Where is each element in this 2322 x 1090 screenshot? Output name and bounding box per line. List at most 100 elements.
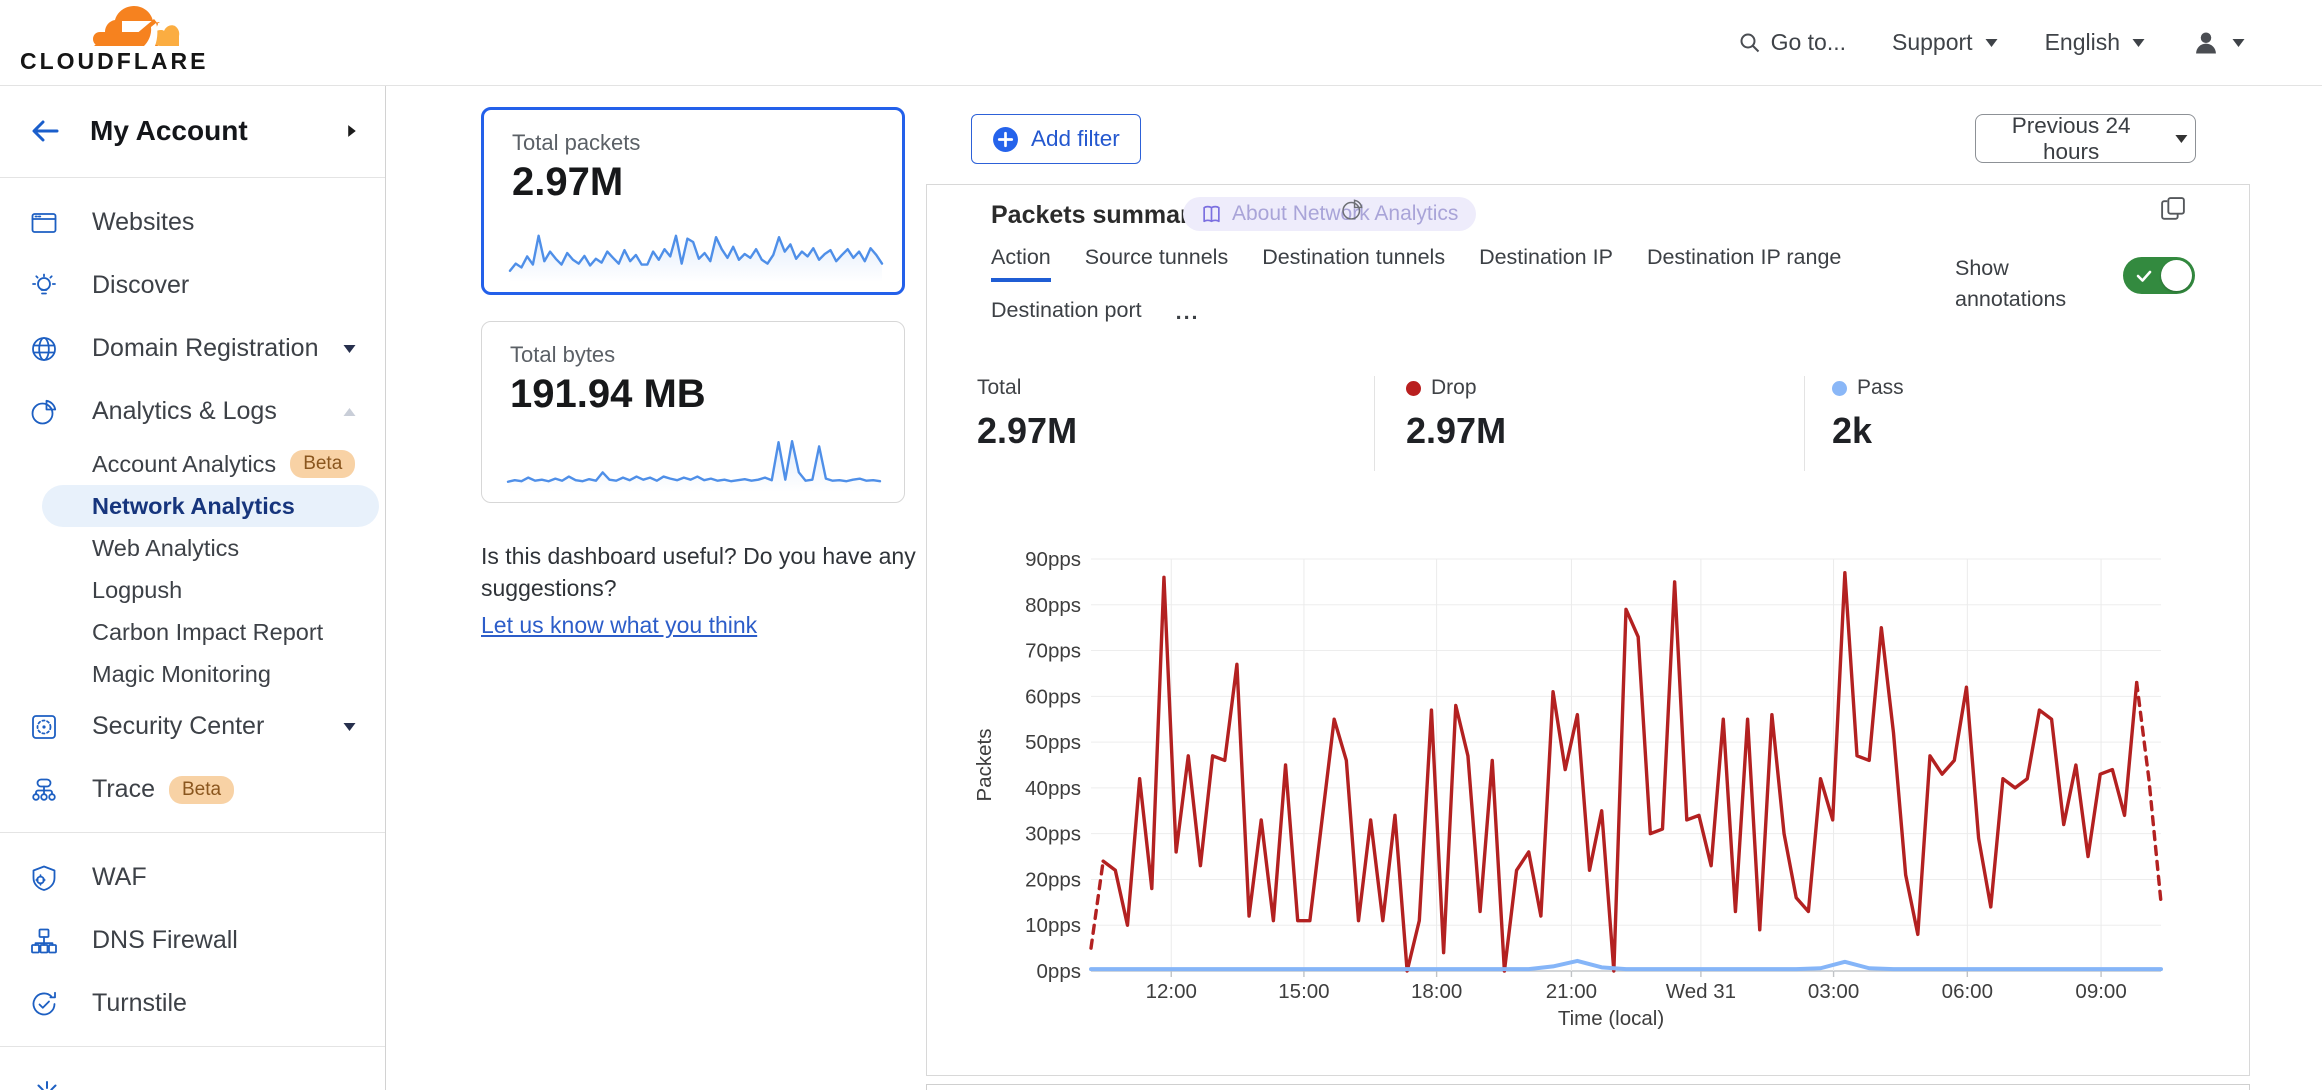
sidebar-item-label: Security Center (92, 712, 264, 741)
tab-source-tunnels[interactable]: Source tunnels (1085, 245, 1228, 282)
bulb-icon (30, 272, 58, 300)
go-to-search[interactable]: Go to... (1738, 29, 1846, 56)
stat-value: 2.97M (1406, 410, 1506, 452)
vault-icon (30, 713, 58, 741)
chevron-down-icon (342, 722, 357, 732)
sidebar-divider (0, 1046, 385, 1047)
sidebar-item-websites[interactable]: Websites (0, 191, 385, 254)
total-packets-card[interactable]: Total packets 2.97M (481, 107, 905, 295)
time-range-selector[interactable]: Previous 24 hours (1975, 114, 2196, 163)
chevron-down-icon (2174, 134, 2189, 144)
y-axis-title: Packets (973, 729, 996, 802)
back-arrow-icon[interactable] (28, 116, 60, 146)
sidebar-subitem-magic-monitoring[interactable]: Magic Monitoring (0, 653, 385, 695)
pie-icon (30, 398, 58, 426)
stat-drop: Drop 2.97M (1406, 376, 1506, 452)
next-card-top-edge (926, 1084, 2250, 1090)
y-tick-label: 20pps (1025, 868, 1081, 891)
legend-dot-drop (1406, 381, 1421, 396)
sidebar-subitem-account-analytics[interactable]: Account Analytics Beta (0, 443, 385, 485)
stat-total: Total 2.97M (977, 376, 1077, 452)
sidebar: My Account WebsitesDiscover Domain Regist… (0, 85, 386, 1090)
sidebar-subitem-label: Logpush (92, 577, 182, 604)
trace-icon (30, 776, 58, 804)
sidebar-item-label: Turnstile (92, 989, 187, 1018)
sidebar-subitem-label: Account Analytics (92, 451, 276, 478)
data-freshness-icon[interactable] (1341, 198, 1364, 221)
x-tick-label: 12:00 (1146, 980, 1197, 1003)
chevron-up-icon (342, 407, 357, 417)
about-network-analytics-badge[interactable]: About Network Analytics (1183, 197, 1476, 231)
sitemap-icon (30, 927, 58, 955)
series-pass-line (1091, 961, 2161, 969)
cloudflare-logo[interactable]: CLOUDFLARE (20, 5, 182, 75)
chevron-right-icon[interactable] (347, 124, 357, 138)
sidebar-item-discover[interactable]: Discover (0, 254, 385, 317)
refresh-check-icon (30, 990, 58, 1018)
sidebar-subitem-carbon-impact-report[interactable]: Carbon Impact Report (0, 611, 385, 653)
sidebar-item-domain-registration[interactable]: Domain Registration (0, 317, 385, 380)
burst-icon (33, 1080, 61, 1090)
chevron-down-icon (2231, 38, 2246, 48)
tab-destination-tunnels[interactable]: Destination tunnels (1262, 245, 1445, 282)
stat-value: 2.97M (977, 410, 1077, 452)
sidebar-subitem-label: Magic Monitoring (92, 661, 271, 688)
tab-destination-ip[interactable]: Destination IP (1479, 245, 1613, 282)
y-tick-label: 10pps (1025, 914, 1081, 937)
account-header[interactable]: My Account (0, 85, 385, 178)
check-icon (2134, 266, 2154, 286)
y-tick-label: 0pps (1037, 960, 1081, 983)
show-annotations-toggle[interactable] (2123, 257, 2195, 294)
sidebar-nav: WebsitesDiscover Domain Registration Analy… (0, 178, 385, 1047)
y-tick-label: 50pps (1025, 731, 1081, 754)
y-tick-label: 30pps (1025, 823, 1081, 846)
stat-pass: Pass2k (1832, 376, 1904, 452)
search-icon (1738, 31, 1762, 55)
tab-action[interactable]: Action (991, 245, 1051, 282)
sidebar-item-label: Domain Registration (92, 334, 319, 363)
user-menu[interactable] (2192, 29, 2246, 57)
tab-destination-ip-range[interactable]: Destination IP range (1647, 245, 1841, 282)
add-filter-button[interactable]: Add filter (971, 114, 1141, 164)
toggle-knob (2161, 260, 2192, 291)
sidebar-item-analytics-logs[interactable]: Analytics & Logs (0, 380, 385, 443)
sidebar-item-turnstile[interactable]: Turnstile (0, 972, 385, 1035)
support-menu[interactable]: Support (1892, 29, 1999, 56)
sidebar-subitem-web-analytics[interactable]: Web Analytics (0, 527, 385, 569)
beta-badge: Beta (290, 450, 355, 478)
x-tick-label: 15:00 (1278, 980, 1329, 1003)
globe-icon (30, 335, 58, 363)
total-packets-label: Total packets (512, 130, 640, 156)
language-menu[interactable]: English (2045, 29, 2146, 56)
sidebar-item-label: DNS Firewall (92, 926, 238, 955)
sidebar-item-dns-firewall[interactable]: DNS Firewall (0, 909, 385, 972)
x-tick-label: 18:00 (1411, 980, 1462, 1003)
feedback-link[interactable]: Let us know what you think (481, 609, 757, 641)
feedback-block: Is this dashboard useful? Do you have an… (481, 540, 937, 641)
stats-row: Total 2.97M Drop 2.97M Pass2k (927, 376, 2251, 471)
total-packets-sparkline (506, 226, 886, 284)
copy-chart-icon[interactable] (2159, 195, 2187, 223)
sidebar-item-label: Analytics & Logs (92, 397, 277, 426)
show-annotations-label: Show annotations (1955, 253, 2105, 315)
sidebar-item-waf[interactable]: WAF (0, 846, 385, 909)
sidebar-item-trace[interactable]: TraceBeta (0, 758, 385, 821)
total-bytes-sparkline (504, 432, 884, 494)
top-navbar: CLOUDFLARE Go to... Support English (0, 0, 2322, 86)
sidebar-item-partial[interactable] (33, 1080, 61, 1090)
book-icon (1201, 204, 1222, 225)
y-tick-label: 40pps (1025, 777, 1081, 800)
sidebar-subitem-logpush[interactable]: Logpush (0, 569, 385, 611)
tabs-more-button[interactable]: ... (1176, 298, 1200, 325)
packets-summary-title: Packets summary (991, 201, 1204, 230)
total-bytes-card[interactable]: Total bytes 191.94 MB (481, 321, 905, 503)
sidebar-subitem-label: Network Analytics (92, 493, 295, 520)
stat-label: Drop (1431, 376, 1477, 400)
sidebar-subitem-network-analytics[interactable]: Network Analytics (42, 485, 379, 527)
sidebar-item-security-center[interactable]: Security Center (0, 695, 385, 758)
chevron-down-icon (1984, 38, 1999, 48)
sidebar-item-label: WAF (92, 863, 147, 892)
y-tick-label: 70pps (1025, 640, 1081, 663)
tab-destination-port[interactable]: Destination port (991, 298, 1142, 335)
stat-label: Total (977, 376, 1021, 400)
